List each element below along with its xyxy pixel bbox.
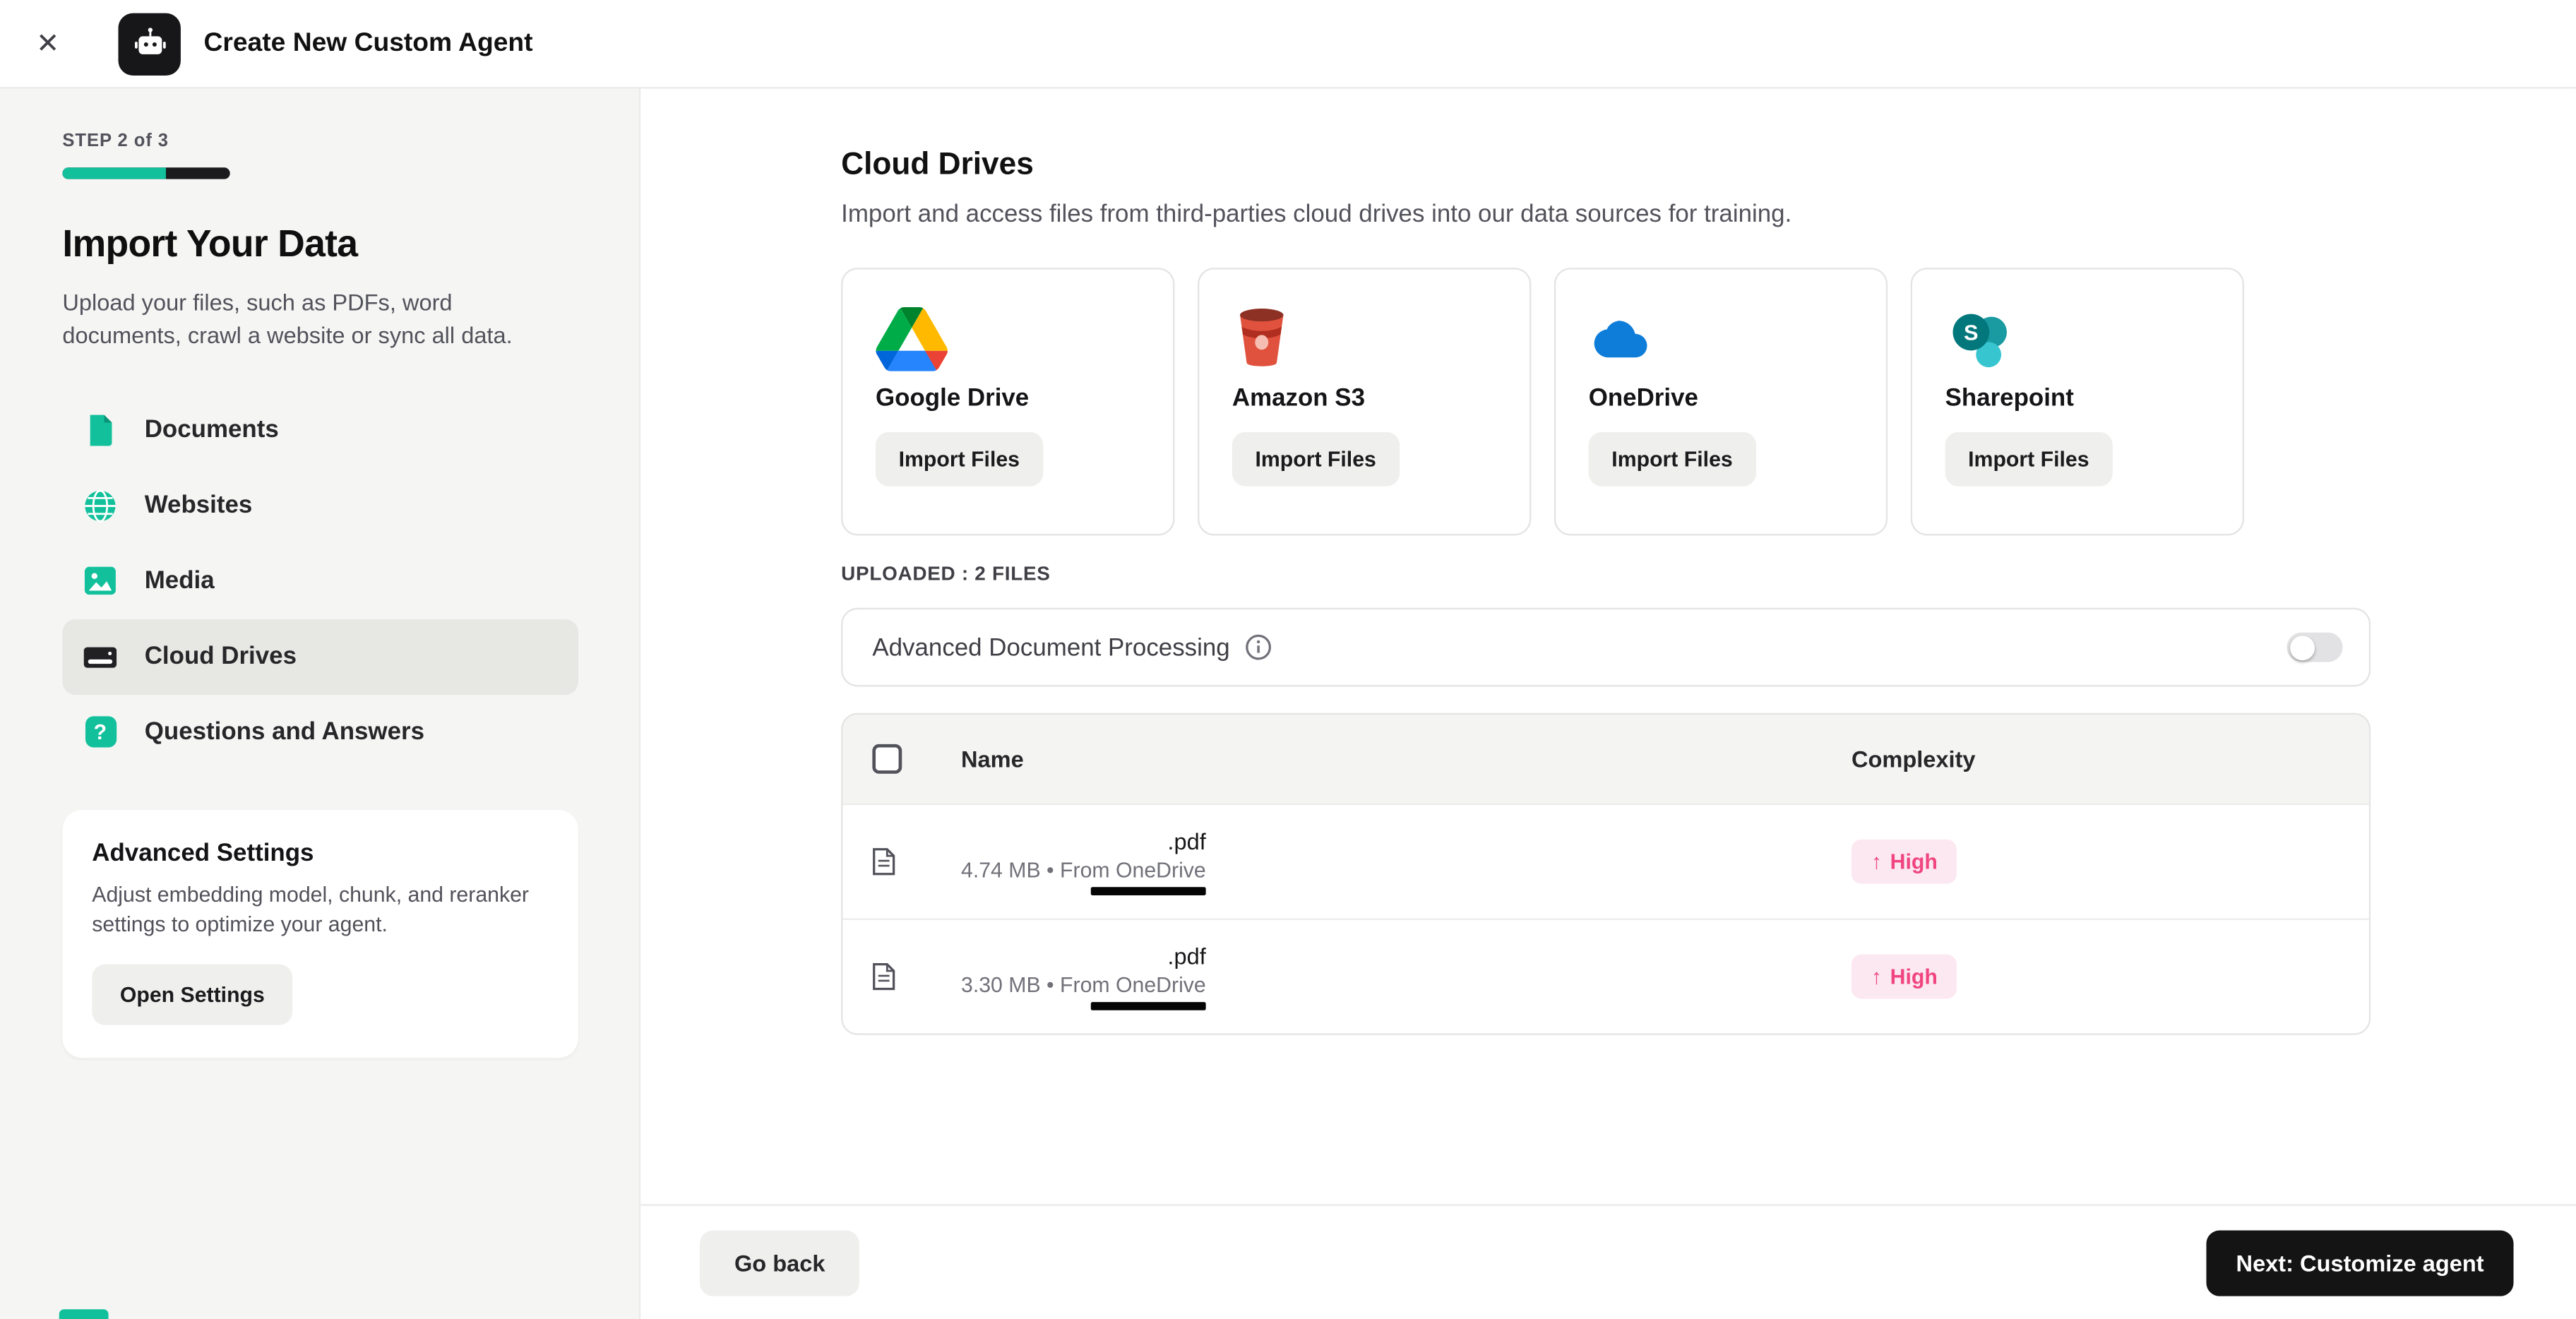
- advanced-settings-title: Advanced Settings: [92, 838, 314, 867]
- table-header: Name Complexity: [842, 715, 2369, 804]
- advanced-processing-toggle[interactable]: [2286, 632, 2343, 662]
- hard-drive-icon: [83, 642, 117, 672]
- file-icon: [872, 962, 961, 991]
- modal-title: Create New Custom Agent: [203, 28, 533, 57]
- column-header-name: Name: [961, 746, 1024, 772]
- uploaded-count-label: UPLOADED : 2 FILES: [841, 561, 1051, 585]
- robot-icon: [118, 12, 181, 75]
- onedrive-icon: [1589, 299, 1854, 378]
- sidebar-accent-bar: [59, 1309, 109, 1319]
- media-icon: [84, 566, 117, 595]
- amazon-s3-icon: [1232, 299, 1497, 378]
- data-source-nav: Documents Websites Media Cloud Drives ? …: [62, 392, 578, 770]
- advanced-document-processing-row: Advanced Document Processing: [841, 607, 2371, 687]
- arrow-up-icon: ↑: [1871, 849, 1883, 874]
- sidebar: STEP 2 of 3 Import Your Data Upload your…: [0, 88, 641, 1319]
- complexity-badge: ↑ High: [1851, 954, 1957, 999]
- complexity-badge: ↑ High: [1851, 839, 1957, 884]
- sidebar-item-label: Websites: [144, 491, 253, 520]
- provider-name: Sharepoint: [1945, 384, 2074, 412]
- sidebar-item-label: Media: [144, 566, 215, 595]
- top-bar: ✕ Create New Custom Agent: [0, 0, 2576, 89]
- redaction-bar: [1090, 1002, 1206, 1010]
- import-files-button-amazon-s3[interactable]: Import Files: [1232, 431, 1400, 487]
- provider-card-google-drive: Google Drive Import Files: [841, 268, 1175, 536]
- redaction-bar: [1090, 887, 1206, 895]
- page-subtitle: Import and access files from third-parti…: [841, 200, 1792, 229]
- file-meta: 3.30 MB • From OneDrive: [961, 972, 1206, 998]
- table-row: .pdf 4.74 MB • From OneDrive ↑ High: [842, 803, 2369, 919]
- create-agent-modal: ✕ Create New Custom Agent STEP 2 of 3 Im…: [0, 0, 2576, 1319]
- viewport: ✕ Create New Custom Agent STEP 2 of 3 Im…: [0, 0, 2576, 1319]
- sidebar-item-questions-answers[interactable]: ? Questions and Answers: [62, 694, 578, 770]
- content-row: STEP 2 of 3 Import Your Data Upload your…: [0, 88, 2576, 1319]
- globe-icon: [84, 489, 117, 522]
- document-icon: [84, 413, 117, 446]
- go-back-button[interactable]: Go back: [700, 1229, 860, 1296]
- progress-bar-fill: [62, 167, 167, 179]
- provider-card-amazon-s3: Amazon S3 Import Files: [1198, 268, 1532, 536]
- sidebar-item-media[interactable]: Media: [62, 543, 578, 619]
- google-drive-icon: [876, 299, 1140, 378]
- file-extension: .pdf: [1167, 943, 1206, 969]
- info-icon[interactable]: [1245, 634, 1271, 660]
- sidebar-item-cloud-drives[interactable]: Cloud Drives: [62, 619, 578, 695]
- import-files-button-onedrive[interactable]: Import Files: [1588, 431, 1756, 487]
- advanced-document-processing-label: Advanced Document Processing: [872, 633, 1230, 662]
- page-title: Cloud Drives: [841, 148, 1034, 183]
- sidebar-description: Upload your files, such as PDFs, word do…: [62, 289, 513, 349]
- svg-text:S: S: [1964, 319, 1979, 344]
- import-files-button-sharepoint[interactable]: Import Files: [1945, 431, 2113, 487]
- provider-name: OneDrive: [1588, 384, 1698, 412]
- provider-card-onedrive: OneDrive Import Files: [1554, 268, 1888, 536]
- sidebar-item-label: Questions and Answers: [144, 717, 425, 746]
- sidebar-item-websites[interactable]: Websites: [62, 467, 578, 543]
- sidebar-title: Import Your Data: [62, 222, 358, 265]
- question-icon: ?: [84, 716, 117, 748]
- wizard-footer: Go back Next: Customize agent: [640, 1204, 2576, 1319]
- provider-card-sharepoint: S Sharepoint Import Files: [1910, 268, 2244, 536]
- close-icon[interactable]: ✕: [36, 27, 82, 60]
- sidebar-item-documents[interactable]: Documents: [62, 392, 578, 467]
- table-row: .pdf 3.30 MB • From OneDrive ↑ High: [842, 918, 2369, 1034]
- file-icon: [872, 847, 961, 876]
- provider-name: Google Drive: [876, 384, 1030, 412]
- advanced-settings-card: Advanced Settings Adjust embedding model…: [62, 809, 578, 1058]
- arrow-up-icon: ↑: [1871, 964, 1883, 989]
- complexity-value: High: [1890, 964, 1938, 989]
- select-all-checkbox[interactable]: [872, 744, 902, 774]
- complexity-value: High: [1890, 849, 1938, 874]
- file-extension: .pdf: [1167, 828, 1206, 854]
- provider-name: Amazon S3: [1232, 384, 1365, 412]
- open-settings-button[interactable]: Open Settings: [92, 965, 293, 1026]
- sharepoint-icon: S: [1945, 299, 2210, 378]
- cloud-provider-cards: Google Drive Import Files Amazon S3 Impo…: [841, 268, 2576, 536]
- uploaded-files-table: Name Complexity .pdf 4.74 MB • From OneD…: [841, 712, 2371, 1035]
- step-indicator: STEP 2 of 3: [62, 131, 169, 152]
- import-files-button-google-drive[interactable]: Import Files: [876, 431, 1043, 487]
- file-name-cell: .pdf 3.30 MB • From OneDrive: [961, 943, 1206, 1010]
- main-content: Cloud Drives Import and access files fro…: [640, 88, 2576, 1319]
- column-header-complexity: Complexity: [1851, 746, 1976, 772]
- sidebar-item-label: Cloud Drives: [144, 642, 297, 671]
- file-name-cell: .pdf 4.74 MB • From OneDrive: [961, 828, 1206, 895]
- progress-bar: [62, 167, 230, 179]
- sidebar-item-label: Documents: [144, 415, 279, 444]
- next-customize-agent-button[interactable]: Next: Customize agent: [2206, 1229, 2514, 1296]
- advanced-settings-description: Adjust embedding model, chunk, and reran…: [92, 881, 529, 938]
- file-meta: 4.74 MB • From OneDrive: [961, 857, 1206, 883]
